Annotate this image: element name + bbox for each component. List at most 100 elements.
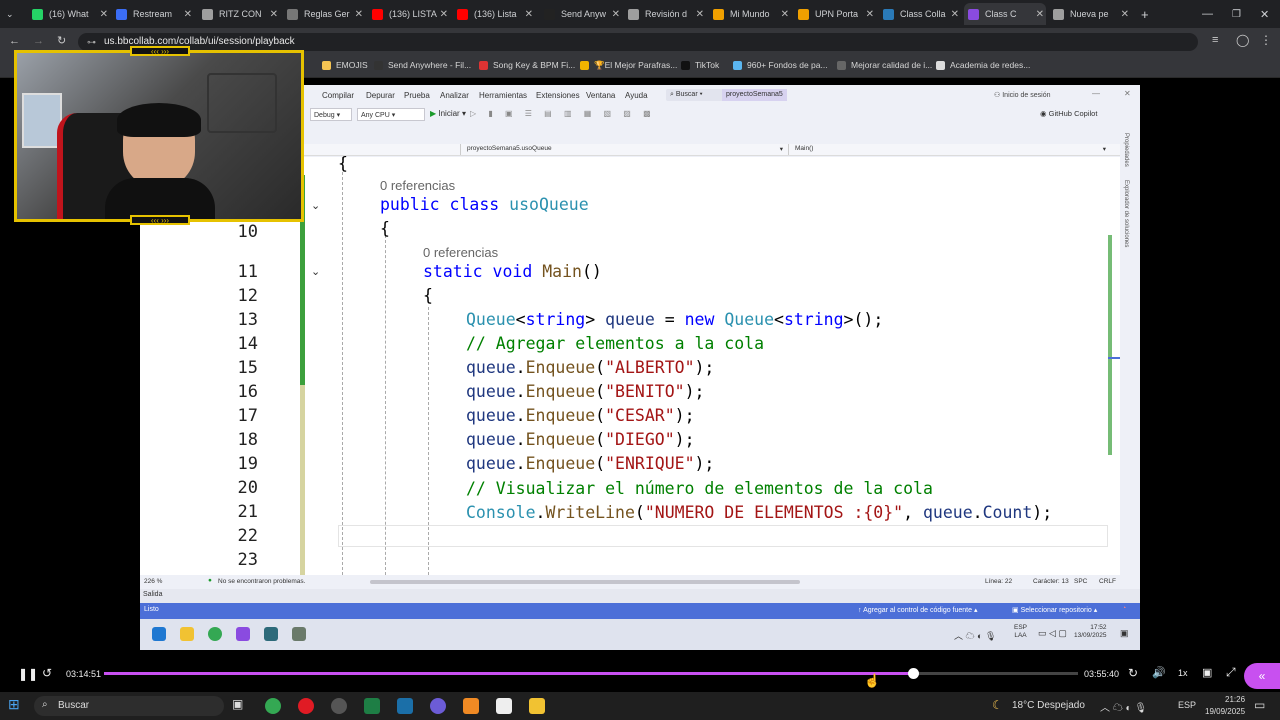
problems-status[interactable]: No se encontraron problemas. [218, 578, 305, 585]
tab-close-icon[interactable]: ✕ [612, 9, 620, 20]
browser-tab[interactable]: (136) Lista ✕ [453, 3, 535, 25]
browser-tab[interactable]: Mi Mundo ✕ [709, 3, 791, 25]
obs-icon[interactable] [331, 698, 347, 714]
browser-tab[interactable]: Send Anyw ✕ [540, 3, 622, 25]
tab-close-icon[interactable]: ✕ [781, 9, 789, 20]
excel-icon[interactable] [364, 698, 380, 714]
file-explorer-icon[interactable] [529, 698, 545, 714]
opera-icon[interactable] [298, 698, 314, 714]
language-indicator[interactable]: ESP [1178, 700, 1196, 710]
tab-close-icon[interactable]: ✕ [1036, 9, 1044, 20]
member-dropdown[interactable]: Main() ▾ [788, 144, 1108, 155]
captions-icon[interactable]: ▣ [1202, 666, 1212, 679]
solution-explorer-tab[interactable]: Explorador de soluciones [1123, 180, 1129, 247]
tab-close-icon[interactable]: ✕ [525, 9, 533, 20]
browser-tab[interactable]: (16) What ✕ [28, 3, 110, 25]
bookmark-item[interactable]: TikTok [681, 60, 719, 70]
browser-tab[interactable]: Reglas Ger ✕ [283, 3, 365, 25]
browser-tab[interactable]: Class Colla ✕ [879, 3, 961, 25]
tray-icons[interactable]: ︿ ☁ ◐ 🎙 [1100, 699, 1147, 714]
browser-tab[interactable]: (136) LISTA ✕ [368, 3, 450, 25]
playback-speed[interactable]: 1x [1178, 668, 1188, 678]
browser-tab[interactable]: Restream ✕ [112, 3, 194, 25]
vs-minimize-icon[interactable]: — [1092, 89, 1100, 98]
close-window-icon[interactable]: ✕ [1256, 3, 1269, 25]
reload-icon[interactable]: ↻ [57, 34, 66, 47]
codelens-references[interactable]: 0 referencias [423, 245, 498, 260]
reading-list-icon[interactable]: ≡ [1212, 34, 1218, 46]
class-dropdown[interactable]: proyectoSemana5.usoQueue ▾ [460, 144, 785, 155]
add-source-control[interactable]: ↑ Agregar al control de código fuente ▴ [858, 606, 978, 614]
url-field[interactable]: ⊶ us.bbcollab.com/collab/ui/session/play… [78, 33, 1198, 51]
vs-menu-item[interactable]: Prueba [404, 91, 430, 100]
fold-chevron-icon[interactable]: ⌄ [311, 265, 320, 278]
vs-menu-item[interactable]: Ventana [586, 91, 615, 100]
browser-tab[interactable]: Nueva pe ✕ [1049, 3, 1131, 25]
taskbar-search[interactable]: ⌕ Buscar [34, 696, 224, 716]
properties-tab[interactable]: Propiedades [1123, 133, 1129, 167]
kebab-menu-icon[interactable]: ⋮ [1260, 33, 1272, 47]
tab-close-icon[interactable]: ✕ [1121, 9, 1129, 20]
bookmark-item[interactable]: Mejorar calidad de i... [837, 60, 932, 70]
bookmark-item[interactable]: 🏆El Mejor Parafras... [580, 60, 677, 71]
browser-tab[interactable]: UPN Porta ✕ [794, 3, 876, 25]
tab-close-icon[interactable]: ✕ [100, 9, 108, 20]
copilot-button[interactable]: ◉ GitHub Copilot [1040, 109, 1097, 118]
tab-close-icon[interactable]: ✕ [866, 9, 874, 20]
bookmark-item[interactable]: Send Anywhere - Fil... [374, 60, 471, 70]
tab-close-icon[interactable]: ✕ [440, 9, 448, 20]
tab-close-icon[interactable]: ✕ [355, 9, 363, 20]
pause-icon[interactable]: ❚❚ [18, 667, 38, 681]
sign-in-link[interactable]: ⚇ Inicio de sesión [994, 91, 1051, 99]
horizontal-scrollbar[interactable] [370, 580, 800, 584]
browser-tab[interactable]: Revisión d ✕ [624, 3, 706, 25]
codelens-references[interactable]: 0 referencias [380, 178, 455, 193]
start-button[interactable]: ▶ Iniciar ▾ [430, 109, 466, 118]
profile-icon[interactable]: ◯ [1236, 33, 1249, 47]
fold-chevron-icon[interactable]: ⌄ [311, 199, 320, 212]
tab-close-icon[interactable]: ✕ [270, 9, 278, 20]
tab-close-icon[interactable]: ✕ [184, 9, 192, 20]
site-info-icon[interactable]: ⊶ [87, 33, 96, 51]
new-tab-button[interactable]: + [1137, 3, 1151, 25]
zoom-level[interactable]: 226 % [144, 578, 162, 585]
back-icon[interactable]: ← [9, 35, 20, 47]
notification-icon[interactable]: ◔ [1122, 605, 1126, 612]
vs-close-icon[interactable]: ✕ [1124, 89, 1131, 98]
vs-menu-item[interactable]: Analizar [440, 91, 469, 100]
vs-menu-item[interactable]: Herramientas [479, 91, 527, 100]
browser-tab[interactable]: RITZ CON ✕ [198, 3, 280, 25]
chrome-icon[interactable] [265, 698, 281, 714]
bookmark-item[interactable]: EMOJIS [322, 60, 368, 70]
collapse-panel-button[interactable]: « [1244, 663, 1280, 689]
forward-icon[interactable]: → [33, 35, 44, 47]
maximize-icon[interactable]: ❐ [1228, 3, 1241, 25]
forward-icon[interactable]: ↻ [1128, 666, 1138, 680]
output-panel-tab[interactable]: Salida [140, 589, 1140, 603]
vs-menu-item[interactable]: Extensiones [536, 91, 580, 100]
bookmark-item[interactable]: Academia de redes... [936, 60, 1030, 70]
browser-tab[interactable]: Class C ✕ [964, 3, 1046, 25]
taskbar-clock[interactable]: 21:26 19/09/2025 [1205, 694, 1245, 718]
bookmark-item[interactable]: Song Key & BPM Fi... [479, 60, 575, 70]
minimize-icon[interactable]: — [1198, 3, 1213, 25]
capcut-icon[interactable] [496, 698, 512, 714]
tab-close-icon[interactable]: ✕ [951, 9, 959, 20]
task-view-icon[interactable]: ▣ [232, 697, 248, 713]
replay-icon[interactable]: ↺ [42, 666, 52, 680]
volume-icon[interactable]: 🔊 [1152, 666, 1166, 679]
steam-icon[interactable] [397, 698, 413, 714]
fullscreen-icon[interactable]: ⤢ [1226, 665, 1236, 680]
select-repo[interactable]: ▣ Seleccionar repositorio ▴ [1012, 606, 1097, 614]
vs-menu-item[interactable]: Compilar [322, 91, 354, 100]
weather-text[interactable]: 18°C Despejado [1012, 700, 1085, 711]
discord-icon[interactable] [430, 698, 446, 714]
vs-menu-item[interactable]: Ayuda [625, 91, 648, 100]
windows-start-icon[interactable]: ⊞ [8, 696, 24, 712]
app-icon[interactable] [463, 698, 479, 714]
notification-icon[interactable]: ▭ [1254, 698, 1265, 712]
tab-search-icon[interactable]: ⌄ [2, 3, 22, 25]
bookmark-item[interactable]: 960+ Fondos de pa... [733, 60, 828, 70]
vs-menu-item[interactable]: Depurar [366, 91, 395, 100]
tab-close-icon[interactable]: ✕ [696, 9, 704, 20]
